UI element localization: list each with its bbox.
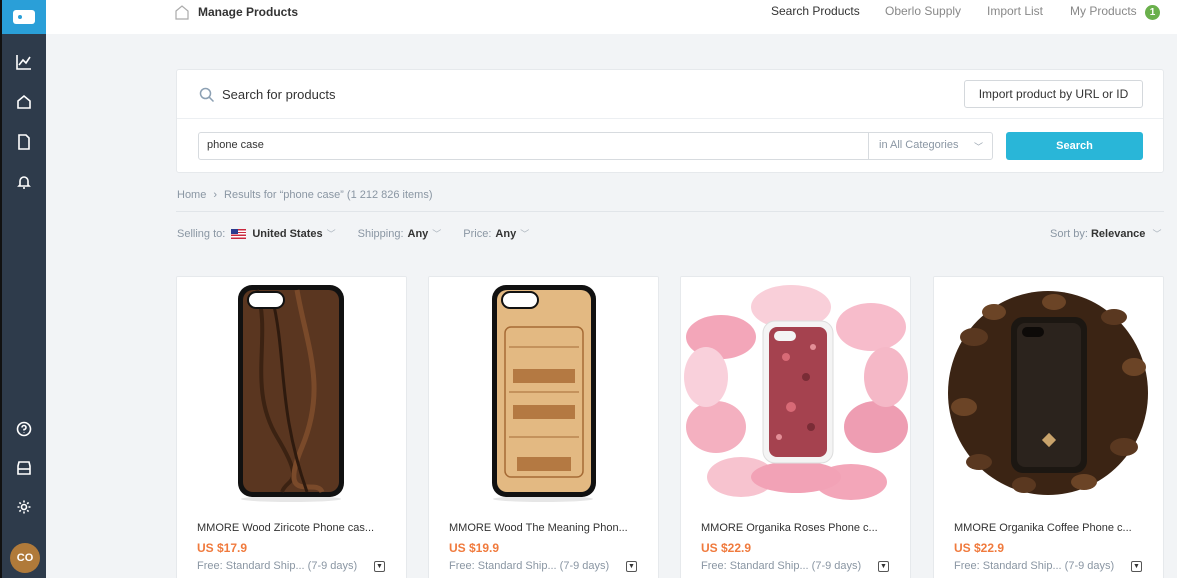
category-select[interactable]: in All Categories ﹀ <box>868 132 993 160</box>
product-image[interactable] <box>934 277 1163 507</box>
divider <box>177 118 1163 119</box>
breadcrumb-results: Results for “phone case” (1 212 826 item… <box>224 189 433 201</box>
bell-icon[interactable] <box>14 172 34 192</box>
product-price: US $22.9 <box>701 541 752 555</box>
shipping-value: Any <box>407 227 429 240</box>
breadcrumb-home[interactable]: Home <box>177 189 206 201</box>
product-card[interactable]: MMORE Wood The Meaning Phon... US $19.9 … <box>428 276 659 578</box>
product-image[interactable] <box>681 277 910 507</box>
product-shipping: Free: Standard Ship... (7-9 days) <box>449 560 610 572</box>
shipping-label: Shipping: <box>357 227 404 240</box>
chevron-down-icon: ﹀ <box>520 229 530 239</box>
shipping-filter[interactable]: Shipping: Any ﹀ <box>358 227 442 240</box>
product-image[interactable] <box>177 277 406 507</box>
nav-oberlo-supply[interactable]: Oberlo Supply <box>885 4 961 18</box>
category-select-value: in All Categories <box>879 139 959 151</box>
product-title[interactable]: MMORE Organika Roses Phone c... <box>701 522 878 534</box>
nav-my-products[interactable]: My Products <box>1070 4 1137 18</box>
selling-to-value: United States <box>252 227 323 240</box>
my-products-count-badge: 1 <box>1145 5 1160 20</box>
breadcrumb-separator: › <box>213 189 218 201</box>
product-shipping: Free: Standard Ship... (7-9 days) <box>197 560 358 572</box>
product-title[interactable]: MMORE Wood The Meaning Phon... <box>449 522 628 534</box>
avatar[interactable]: CO <box>10 543 40 573</box>
divider <box>176 211 1164 212</box>
product-shipping: Free: Standard Ship... (7-9 days) <box>954 560 1115 572</box>
import-by-url-button[interactable]: Import product by URL or ID <box>964 80 1143 108</box>
sidebar: CO <box>0 0 46 578</box>
help-icon[interactable] <box>14 419 34 439</box>
shipping-dropdown-icon[interactable]: ▼ <box>626 561 637 572</box>
shipping-dropdown-icon[interactable]: ▼ <box>878 561 889 572</box>
product-image[interactable] <box>429 277 658 507</box>
product-price: US $19.9 <box>449 541 500 555</box>
chart-icon[interactable] <box>14 52 34 72</box>
search-button[interactable]: Search <box>1006 132 1143 160</box>
product-card[interactable]: MMORE Organika Coffee Phone c... US $22.… <box>933 276 1164 578</box>
nav-import-list[interactable]: Import List <box>987 4 1043 18</box>
filter-bar: Selling to: United States ﹀ Shipping: An… <box>177 227 551 240</box>
page-title: Manage Products <box>198 5 299 19</box>
shipping-dropdown-icon[interactable]: ▼ <box>374 561 385 572</box>
home-icon[interactable] <box>14 92 34 112</box>
search-input[interactable]: phone case <box>198 132 869 160</box>
price-value: Any <box>495 227 517 240</box>
gear-icon[interactable] <box>14 497 34 517</box>
chevron-down-icon: ﹀ <box>326 229 336 239</box>
chevron-down-icon: ﹀ <box>1152 229 1162 239</box>
us-flag-icon <box>231 228 247 239</box>
product-card[interactable]: MMORE Organika Roses Phone c... US $22.9… <box>680 276 911 578</box>
product-card[interactable]: MMORE Wood Ziricote Phone cas... US $17.… <box>176 276 407 578</box>
product-title[interactable]: MMORE Organika Coffee Phone c... <box>954 522 1132 534</box>
search-icon <box>199 87 215 103</box>
home-outline-icon <box>175 5 189 20</box>
price-label: Price: <box>463 227 492 240</box>
price-filter[interactable]: Price: Any ﹀ <box>463 227 529 240</box>
product-price: US $22.9 <box>954 541 1005 555</box>
breadcrumb: Home › Results for “phone case” (1 212 826… <box>177 189 433 201</box>
logo[interactable] <box>2 0 46 34</box>
nav-search-products[interactable]: Search Products <box>771 4 860 18</box>
tag-icon <box>13 10 35 24</box>
chevron-down-icon: ﹀ <box>432 229 442 239</box>
shipping-dropdown-icon[interactable]: ▼ <box>1131 561 1142 572</box>
product-shipping: Free: Standard Ship... (7-9 days) <box>701 560 862 572</box>
sort-value: Relevance <box>1090 228 1146 240</box>
document-icon[interactable] <box>14 132 34 152</box>
sort-label: Sort by: <box>1050 228 1088 240</box>
selling-to-label: Selling to: <box>177 227 226 240</box>
product-price: US $17.9 <box>197 541 248 555</box>
search-panel: Search for products Import product by UR… <box>176 69 1164 173</box>
store-icon[interactable] <box>14 458 34 478</box>
selling-to-filter[interactable]: Selling to: United States ﹀ <box>177 227 336 240</box>
search-heading: Search for products <box>222 87 336 102</box>
chevron-down-icon: ﹀ <box>973 142 983 152</box>
sort-dropdown[interactable]: Sort by: Relevance ﹀ <box>1050 227 1161 240</box>
product-title[interactable]: MMORE Wood Ziricote Phone cas... <box>197 522 374 534</box>
